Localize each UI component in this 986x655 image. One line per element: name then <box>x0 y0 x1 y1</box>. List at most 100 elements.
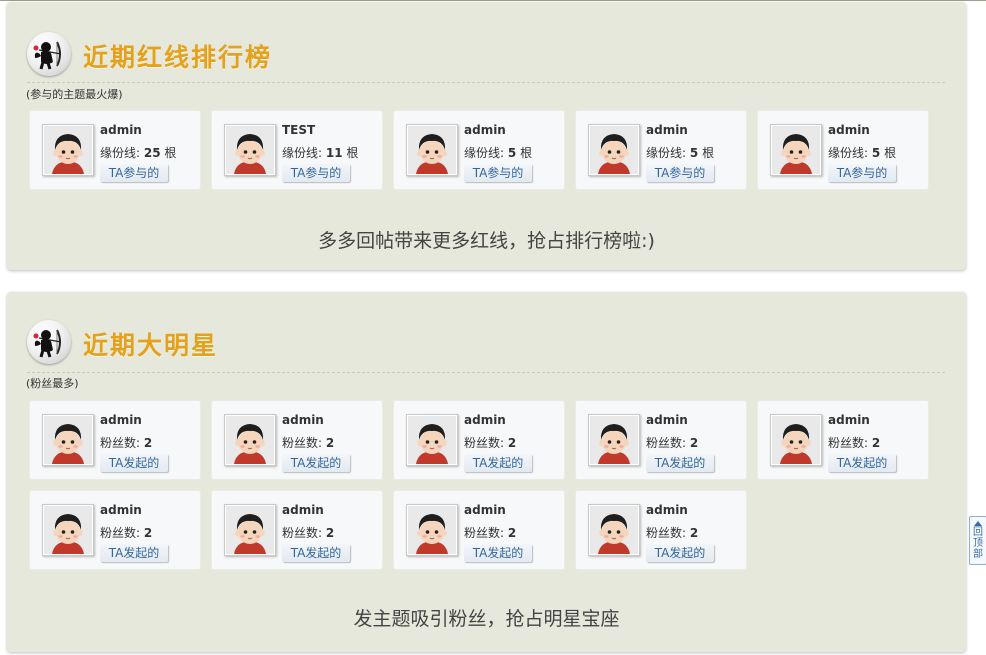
ta-threads-button[interactable]: TA参与的 <box>100 164 168 182</box>
stat-value: 2 <box>689 436 699 450</box>
section-message: 多多回帖带来更多红线，抢占排行榜啦:) <box>318 230 655 252</box>
stat-unit: 根 <box>164 146 177 160</box>
user-name-link[interactable]: admin <box>282 413 324 427</box>
back-to-top-button[interactable]: 回顶部 <box>969 516 986 565</box>
stat-value: 2 <box>871 436 881 450</box>
stat-unit: 根 <box>346 146 359 160</box>
stat-value: 2 <box>325 526 335 540</box>
user-stat: 粉丝数: 2 <box>464 524 516 541</box>
user-stat: 缘份线: 25 根 <box>100 144 176 161</box>
stat-value: 5 <box>871 146 881 160</box>
cupid-icon <box>27 320 71 364</box>
stat-unit: 根 <box>702 146 715 160</box>
stat-label: 粉丝数: <box>100 436 141 450</box>
default-avatar-icon[interactable] <box>406 504 458 556</box>
redline-ranking-panel: 近期红线排行榜 (参与的主题最火爆) admin 缘份线: 25 根 TA参与的 TE… <box>7 2 966 270</box>
default-avatar-icon[interactable] <box>588 504 640 556</box>
user-stat: 粉丝数: 2 <box>646 434 698 451</box>
user-card: admin 粉丝数: 2 TA发起的 <box>575 490 747 570</box>
user-card: admin 粉丝数: 2 TA发起的 <box>393 490 565 570</box>
user-name-link[interactable]: admin <box>464 413 506 427</box>
default-avatar-icon[interactable] <box>770 414 822 466</box>
ta-threads-button[interactable]: TA发起的 <box>828 454 896 472</box>
ta-threads-button[interactable]: TA发起的 <box>282 454 350 472</box>
default-avatar-icon[interactable] <box>224 124 276 176</box>
user-name-link[interactable]: admin <box>100 123 142 137</box>
user-name-link[interactable]: admin <box>646 123 688 137</box>
default-avatar-icon[interactable] <box>770 124 822 176</box>
stat-unit: 根 <box>884 146 897 160</box>
section-subtitle: (粉丝最多) <box>26 377 79 390</box>
user-card: admin 粉丝数: 2 TA发起的 <box>757 400 929 480</box>
default-avatar-icon[interactable] <box>224 414 276 466</box>
stat-value: 25 <box>143 146 161 160</box>
stat-label: 粉丝数: <box>282 436 323 450</box>
ta-threads-button[interactable]: TA发起的 <box>100 454 168 472</box>
default-avatar-icon[interactable] <box>42 504 94 556</box>
user-name-link[interactable]: admin <box>464 503 506 517</box>
default-avatar-icon[interactable] <box>406 414 458 466</box>
user-card: admin 粉丝数: 2 TA发起的 <box>29 490 201 570</box>
stat-value: 5 <box>689 146 699 160</box>
stat-label: 缘份线: <box>646 146 687 160</box>
user-stat: 粉丝数: 2 <box>282 434 334 451</box>
stat-value: 2 <box>689 526 699 540</box>
ta-threads-button[interactable]: TA参与的 <box>646 164 714 182</box>
divider <box>27 82 945 83</box>
stat-label: 粉丝数: <box>282 526 323 540</box>
user-card: admin 缘份线: 5 根 TA参与的 <box>757 110 929 190</box>
back-to-top-label: 回顶部 <box>973 527 983 560</box>
ta-threads-button[interactable]: TA参与的 <box>464 164 532 182</box>
user-name-link[interactable]: admin <box>282 503 324 517</box>
user-stat: 缘份线: 11 根 <box>282 144 358 161</box>
user-name-link[interactable]: admin <box>828 123 870 137</box>
star-ranking-panel: 近期大明星 (粉丝最多) admin 粉丝数: 2 TA发起的 admin 粉丝数: 2… <box>7 292 966 652</box>
ta-threads-button[interactable]: TA发起的 <box>100 544 168 562</box>
user-card: admin 缘份线: 5 根 TA参与的 <box>393 110 565 190</box>
stat-label: 粉丝数: <box>646 436 687 450</box>
user-stat: 粉丝数: 2 <box>100 524 152 541</box>
ta-threads-button[interactable]: TA发起的 <box>646 544 714 562</box>
default-avatar-icon[interactable] <box>588 124 640 176</box>
user-card: TEST 缘份线: 11 根 TA参与的 <box>211 110 383 190</box>
user-name-link[interactable]: admin <box>100 413 142 427</box>
divider <box>27 372 945 373</box>
user-name-link[interactable]: admin <box>646 503 688 517</box>
default-avatar-icon[interactable] <box>588 414 640 466</box>
user-card: admin 粉丝数: 2 TA发起的 <box>29 400 201 480</box>
user-stat: 缘份线: 5 根 <box>646 144 714 161</box>
user-stat: 粉丝数: 2 <box>100 434 152 451</box>
user-name-link[interactable]: admin <box>646 413 688 427</box>
ta-threads-button[interactable]: TA参与的 <box>282 164 350 182</box>
ta-threads-button[interactable]: TA发起的 <box>282 544 350 562</box>
stat-unit: 根 <box>520 146 533 160</box>
stat-label: 粉丝数: <box>828 436 869 450</box>
user-card: admin 粉丝数: 2 TA发起的 <box>211 400 383 480</box>
user-card: admin 缘份线: 25 根 TA参与的 <box>29 110 201 190</box>
default-avatar-icon[interactable] <box>42 124 94 176</box>
stat-label: 缘份线: <box>100 146 141 160</box>
section-message: 发主题吸引粉丝，抢占明星宝座 <box>353 608 620 630</box>
section-subtitle: (参与的主题最火爆) <box>26 88 123 101</box>
section-title: 近期大明星 <box>83 331 219 360</box>
user-name-link[interactable]: admin <box>828 413 870 427</box>
user-stat: 粉丝数: 2 <box>282 524 334 541</box>
ta-threads-button[interactable]: TA发起的 <box>464 454 532 472</box>
user-name-link[interactable]: TEST <box>282 123 315 137</box>
top-border <box>0 0 986 1</box>
ta-threads-button[interactable]: TA参与的 <box>828 164 896 182</box>
ta-threads-button[interactable]: TA发起的 <box>646 454 714 472</box>
user-card: admin 粉丝数: 2 TA发起的 <box>393 400 565 480</box>
user-stat: 缘份线: 5 根 <box>828 144 896 161</box>
stat-value: 11 <box>325 146 343 160</box>
user-name-link[interactable]: admin <box>464 123 506 137</box>
section-title: 近期红线排行榜 <box>83 43 273 72</box>
stat-label: 粉丝数: <box>646 526 687 540</box>
stat-label: 粉丝数: <box>464 526 505 540</box>
stat-value: 5 <box>507 146 517 160</box>
user-name-link[interactable]: admin <box>100 503 142 517</box>
default-avatar-icon[interactable] <box>224 504 276 556</box>
ta-threads-button[interactable]: TA发起的 <box>464 544 532 562</box>
default-avatar-icon[interactable] <box>42 414 94 466</box>
default-avatar-icon[interactable] <box>406 124 458 176</box>
